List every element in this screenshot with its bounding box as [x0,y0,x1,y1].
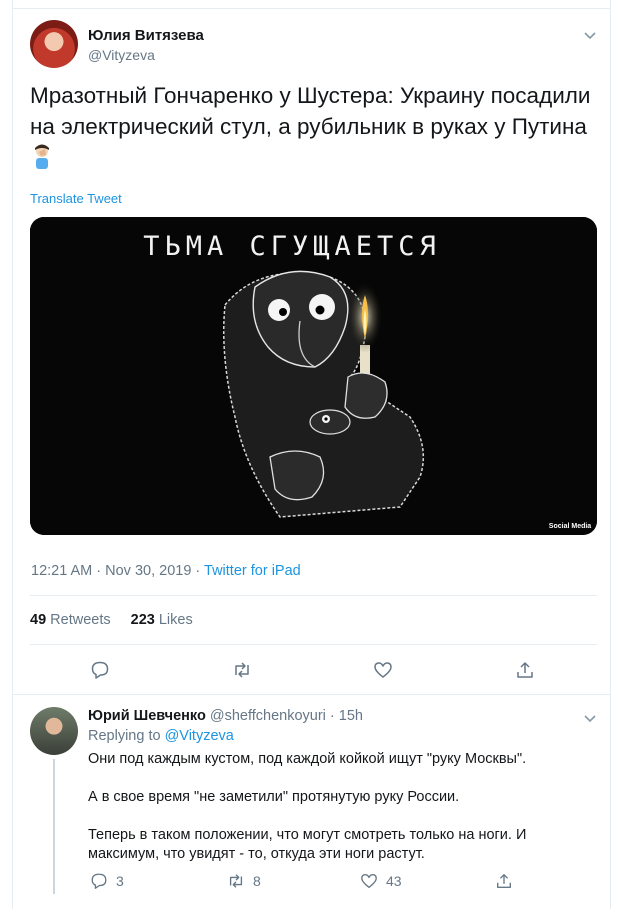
reply-retweet-count: 8 [253,873,261,889]
media-watermark: Social Media [549,523,592,530]
reply-icon[interactable] [90,660,110,680]
likes-stat[interactable]: 223 Likes [131,612,193,628]
replying-mention-link[interactable]: @Vityzeva [165,728,234,744]
divider [30,595,597,596]
translate-tweet-link[interactable]: Translate Tweet [30,191,122,206]
author-handle[interactable]: @Vityzeva [88,47,155,63]
reply-paragraph: А в свое время "не заметили" протянутую … [88,789,460,805]
retweet-icon[interactable] [232,660,252,680]
author-avatar[interactable] [30,20,78,68]
share-icon [497,874,511,888]
reply-author-avatar[interactable] [30,707,78,755]
likes-label: Likes [158,612,193,628]
tweet-menu-chevron-icon[interactable] [582,27,598,43]
reply-author-handle[interactable]: @sheffchenkoyuri [210,708,326,724]
media-caption: ТЬМА СГУЩАЕТСЯ [143,231,441,262]
share-icon[interactable] [515,660,535,680]
tweet-text-body: Мразотный Гончаренко у Шустера: Украину … [30,83,591,139]
reply-menu-chevron-icon[interactable] [582,710,598,726]
likes-count: 223 [130,612,155,628]
reply-reply-button[interactable]: 3 [90,872,124,890]
like-icon [361,874,377,888]
author-name[interactable]: Юлия Витязева [88,27,204,44]
tweet-stats: 49 Retweets 223 Likes [30,612,193,628]
like-icon[interactable] [373,660,393,680]
top-divider [12,8,611,9]
reply-divider [12,694,611,695]
retweets-label: Retweets [50,612,111,628]
reply-author-name[interactable]: Юрий Шевченко [88,708,206,724]
reply-paragraph: Теперь в таком положении, что могут смот… [88,827,527,862]
reply-time[interactable]: · 15h [326,708,363,724]
retweets-stat[interactable]: 49 Retweets [30,612,111,628]
reply-like-button[interactable]: 43 [360,872,402,890]
retweets-count: 49 [30,612,47,628]
divider [30,644,597,645]
tweet-time[interactable]: 12:21 AM · Nov 30, 2019 · [31,563,204,579]
reply-reply-count: 3 [116,873,124,889]
facepalm-emoji-icon [30,143,54,177]
reply-retweet-button[interactable]: 8 [227,872,261,890]
reply-text: Они под каждым кустом, под каждой койкой… [88,750,593,883]
reply-like-count: 43 [386,873,402,889]
reply-icon [91,873,107,889]
tweet-timestamp: 12:21 AM · Nov 30, 2019 · Twitter for iP… [31,563,301,579]
replying-prefix: Replying to [88,728,165,744]
retweet-icon [229,874,243,888]
reply-paragraph: Они под каждым кустом, под каждой койкой… [88,751,527,767]
replying-to: Replying to @Vityzeva [88,728,234,744]
tweet-text: Мразотный Гончаренко у Шустера: Украину … [30,80,595,177]
tweet-source-link[interactable]: Twitter for iPad [204,563,301,579]
reply-header: Юрий Шевченко @sheffchenkoyuri · 15h [88,708,363,724]
thread-line [53,759,55,894]
reply-share-button[interactable] [495,872,521,890]
tweet-media-image[interactable]: ТЬМА СГУЩАЕТСЯ Social Media [30,217,597,535]
